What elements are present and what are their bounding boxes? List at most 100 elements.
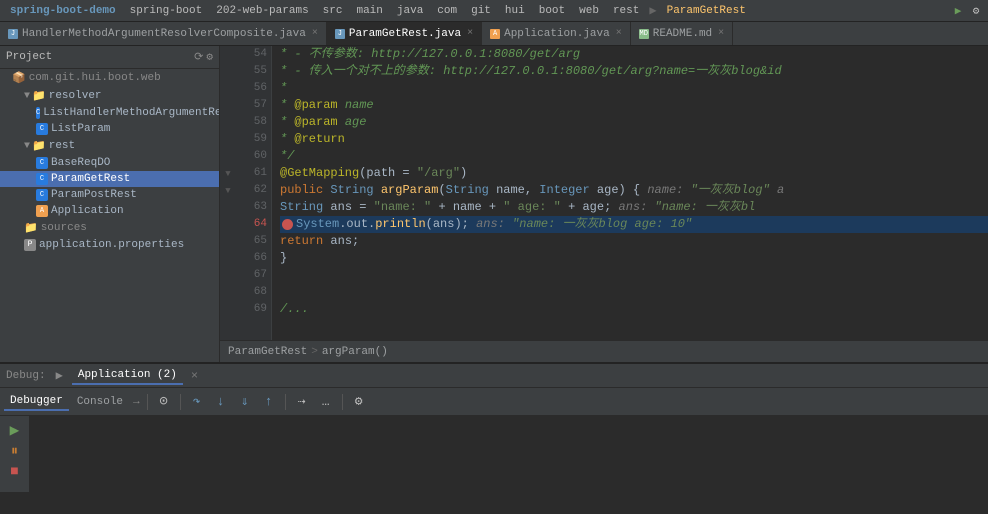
tab-application-close[interactable]: ×	[616, 28, 622, 39]
nav-git[interactable]: git	[465, 0, 497, 22]
tab-handler[interactable]: J HandlerMethodArgumentResolverComposite…	[0, 22, 327, 46]
fold-icon-61[interactable]: ▼	[225, 169, 230, 179]
tree-listparam[interactable]: C ListParam	[0, 121, 219, 137]
class-icon-basereqdo: C	[36, 157, 48, 169]
tab-debugger[interactable]: Debugger	[4, 393, 69, 411]
tab-paramgetrest-close[interactable]: ×	[467, 28, 473, 39]
nav-paramgetrest[interactable]: ParamGetRest	[661, 0, 752, 22]
dbg-step-out[interactable]: ↑	[258, 391, 280, 413]
ln-62: 62	[240, 182, 267, 199]
sidebar-sync-icon[interactable]: ⟳	[194, 50, 203, 64]
tree-paramgetrest[interactable]: C ParamGetRest	[0, 171, 219, 187]
project-sidebar: Project ⟳ ⚙ 📦 com.git.hui.boot.web ▼ 📁 r…	[0, 46, 220, 362]
class-icon-paramgetrest: C	[36, 173, 48, 185]
tab-bar: J HandlerMethodArgumentResolverComposite…	[0, 22, 988, 46]
sources-label: sources	[41, 222, 87, 234]
debug-tab-title: Application (2)	[72, 367, 183, 385]
breadcrumb-method: argParam()	[322, 346, 388, 358]
nav-spring-boot-demo[interactable]: spring-boot-demo	[4, 0, 122, 22]
tree-basereqdo[interactable]: C BaseReqDO	[0, 155, 219, 171]
folder-icon-resolver: 📁	[32, 89, 46, 103]
nav-202-web-params[interactable]: 202-web-params	[210, 0, 314, 22]
code-line-57: * @param name	[280, 97, 988, 114]
code-line-62: public String argParam(String name, Inte…	[280, 182, 988, 199]
ln-60: 60	[240, 148, 267, 165]
nav-hui[interactable]: hui	[499, 0, 531, 22]
listhandler-label: ListHandlerMethodArgumentResolver	[43, 107, 219, 119]
tab-handler-close[interactable]: ×	[312, 28, 318, 39]
debug-frames-area	[30, 416, 988, 492]
debug-app-icon: ▶	[56, 368, 63, 383]
tree-sources[interactable]: 📁 sources	[0, 219, 219, 237]
code-line-69: /...	[280, 301, 988, 318]
tree-appprops[interactable]: P application.properties	[0, 237, 219, 253]
code-line-59: * @return	[280, 131, 988, 148]
dbg-resume[interactable]: ▶	[4, 420, 26, 440]
java-file-icon-2: J	[335, 29, 345, 39]
code-line-65: return ans;	[280, 233, 988, 250]
tree-application[interactable]: A Application	[0, 203, 219, 219]
code-line-56: *	[280, 80, 988, 97]
code-line-54: * - 不传参数: http://127.0.0.1:8080/get/arg	[280, 46, 988, 63]
nav-boot[interactable]: boot	[533, 0, 571, 22]
tab-application[interactable]: A Application.java ×	[482, 22, 631, 46]
fold-icon-62[interactable]: ▼	[225, 186, 230, 196]
nav-java[interactable]: java	[391, 0, 429, 22]
tab-console[interactable]: Console	[71, 394, 129, 410]
breakpoint-64	[282, 219, 293, 230]
breadcrumb-paramgetrest: ParamGetRest	[228, 346, 307, 358]
debug-side-toolbar: ▶ ⏸ ■ ⊝ ≡	[0, 416, 30, 492]
ln-65: 65	[240, 233, 267, 250]
debug-header: Debug: ▶ Application (2) ×	[0, 364, 988, 388]
dbg-settings[interactable]: ⚙	[348, 391, 370, 413]
sidebar-gear-icon[interactable]: ⚙	[206, 50, 213, 64]
debug-label: Debug:	[6, 370, 46, 382]
settings-button[interactable]: ⚙	[968, 3, 984, 19]
tab-readme-close[interactable]: ×	[718, 28, 724, 39]
parampostrest-label: ParamPostRest	[51, 189, 137, 201]
tree-package[interactable]: 📦 com.git.hui.boot.web	[0, 69, 219, 87]
tab-paramgetrest[interactable]: J ParamGetRest.java ×	[327, 22, 482, 46]
tree-rest-folder[interactable]: ▼ 📁 rest	[0, 137, 219, 155]
folder-icon-sources: 📁	[24, 221, 38, 235]
code-line-68	[280, 284, 988, 301]
code-line-60: */	[280, 148, 988, 165]
debug-panel: Debug: ▶ Application (2) × Debugger Cons…	[0, 362, 988, 492]
debug-inner: ▶ ⏸ ■ ⊝ ≡	[0, 416, 988, 492]
appprops-label: application.properties	[39, 239, 184, 251]
code-lines[interactable]: * - 不传参数: http://127.0.0.1:8080/get/arg …	[272, 46, 988, 340]
nav-main[interactable]: main	[350, 0, 388, 22]
tab-paramgetrest-label: ParamGetRest.java	[349, 28, 461, 40]
folder-icon-rest: 📁	[32, 139, 46, 153]
console-arrow[interactable]: →	[133, 396, 140, 408]
dbg-run-to-cursor[interactable]: ⇢	[291, 391, 313, 413]
nav-src[interactable]: src	[317, 0, 349, 22]
listparam-label: ListParam	[51, 123, 110, 135]
nav-spring-boot[interactable]: spring-boot	[124, 0, 209, 22]
class-icon-listhandler: C	[36, 107, 40, 119]
ln-57: 57	[240, 97, 267, 114]
tree-resolver[interactable]: ▼ 📁 resolver	[0, 87, 219, 105]
tab-readme[interactable]: MD README.md ×	[631, 22, 733, 46]
dbg-evaluate[interactable]: …	[315, 391, 337, 413]
nav-com[interactable]: com	[431, 0, 463, 22]
dbg-step-into[interactable]: ↓	[210, 391, 232, 413]
code-editor: ▼ ▼ 54 55 56 57 58 59 60 61 62 63	[220, 46, 988, 362]
dbg-force-step-into[interactable]: ⇓	[234, 391, 256, 413]
dbg-pause[interactable]: ⏸	[4, 444, 26, 460]
basereqdo-label: BaseReqDO	[51, 157, 110, 169]
nav-rest[interactable]: rest	[607, 0, 645, 22]
dbg-step-over[interactable]: ↷	[186, 391, 208, 413]
dbg-stop[interactable]: ■	[4, 464, 26, 480]
ln-55: 55	[240, 63, 267, 80]
dbg-show-exec-point[interactable]: ⊙	[153, 391, 175, 413]
tree-parampostrest[interactable]: C ParamPostRest	[0, 187, 219, 203]
application-label: Application	[51, 205, 124, 217]
tree-listhandler[interactable]: C ListHandlerMethodArgumentResolver	[0, 105, 219, 121]
run-button[interactable]: ▶	[950, 3, 966, 19]
debug-tab-close[interactable]: ×	[191, 369, 198, 383]
nav-web[interactable]: web	[573, 0, 605, 22]
java-file-icon-3: A	[490, 29, 500, 39]
editor-breadcrumb: ParamGetRest > argParam()	[220, 340, 988, 362]
code-line-66: }	[280, 250, 988, 267]
